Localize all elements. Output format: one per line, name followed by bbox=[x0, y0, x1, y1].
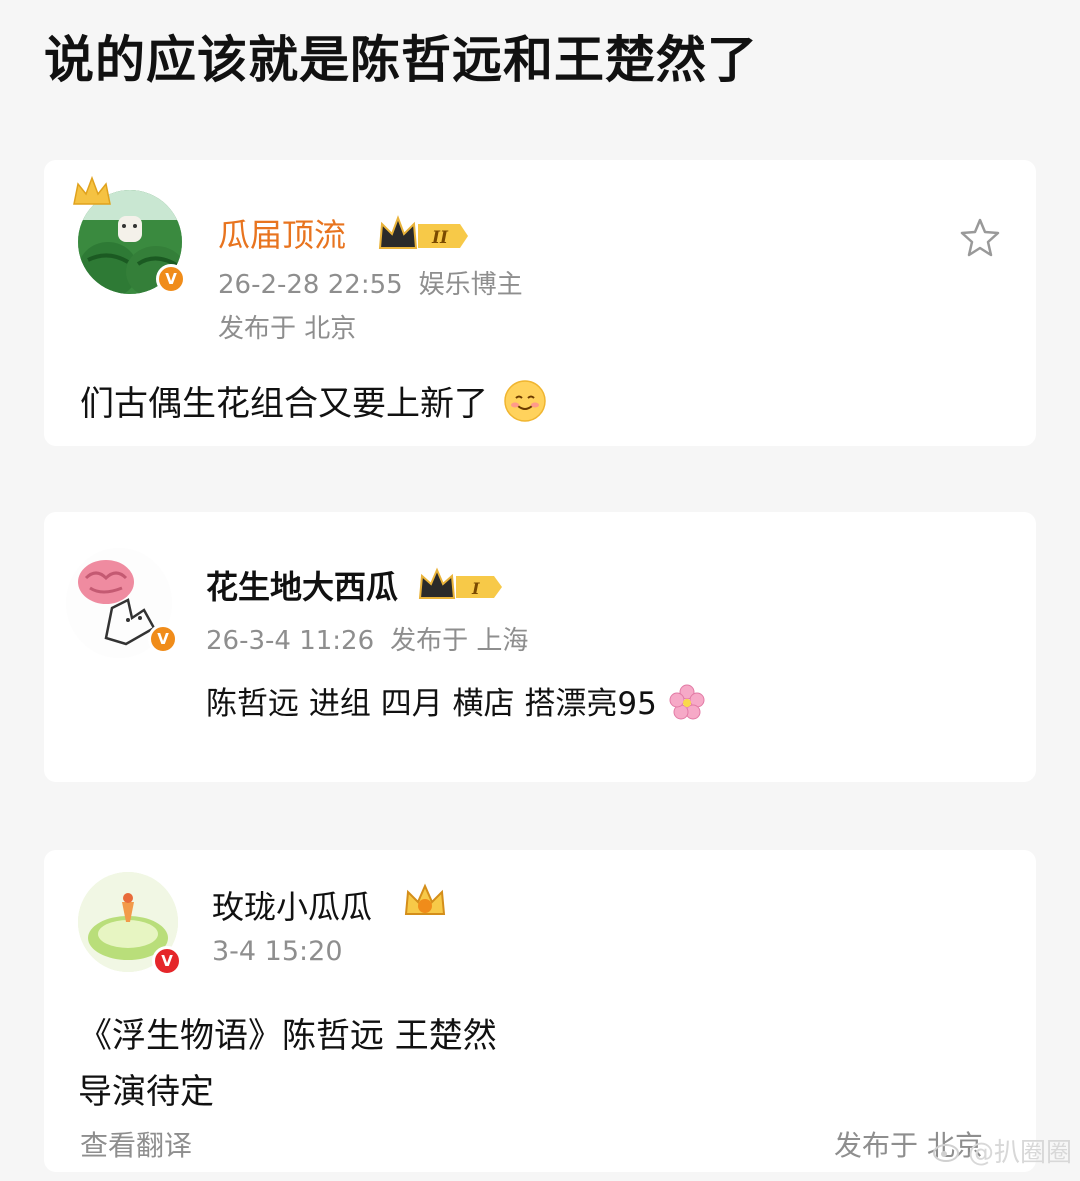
username[interactable]: 花生地大西瓜 bbox=[206, 562, 398, 608]
user-tag: 娱乐博主 bbox=[418, 270, 523, 300]
translate-link[interactable]: 查看翻译 bbox=[80, 1124, 192, 1164]
post-content-line-1: 《浮生物语》陈哲远 王楚然 bbox=[78, 1016, 497, 1056]
avatar[interactable]: V bbox=[78, 872, 182, 976]
post-content-text: 陈哲远 进组 四月 横店 搭漂亮95 bbox=[206, 686, 657, 722]
verified-badge: V bbox=[156, 264, 186, 294]
verified-badge: V bbox=[148, 624, 178, 654]
verified-badge: V bbox=[152, 946, 182, 976]
avatar[interactable]: V bbox=[66, 548, 178, 658]
post-location: 发布于 上海 bbox=[390, 626, 529, 656]
page-title: 说的应该就是陈哲远和王楚然了 bbox=[44, 31, 758, 89]
watermark-text: @扒圈圈 bbox=[967, 1138, 1072, 1168]
post-content: 陈哲远 进组 四月 横店 搭漂亮95 bbox=[206, 678, 705, 723]
crown-icon bbox=[73, 175, 111, 205]
post-card-3[interactable]: V 玫珑小瓜瓜 3-4 15:20 《浮生物语》陈哲远 王楚然 导演待定 查看翻… bbox=[44, 850, 1036, 1172]
post-content-line-2: 导演待定 bbox=[78, 1072, 214, 1112]
member-level-badge: I bbox=[416, 566, 506, 606]
watermark: @扒圈圈 bbox=[932, 1132, 1072, 1169]
svg-text:I: I bbox=[471, 579, 480, 598]
post-content: 们古偶生花组合又要上新了 bbox=[80, 376, 547, 425]
svg-text:II: II bbox=[431, 228, 449, 248]
smiling-face-emoji bbox=[504, 380, 546, 422]
post-location: 发布于 北京 bbox=[218, 314, 357, 344]
star-icon[interactable] bbox=[958, 216, 1002, 264]
avatar[interactable]: V bbox=[73, 175, 186, 294]
username[interactable]: 瓜届顶流 bbox=[218, 210, 346, 256]
post-card-2[interactable]: V 花生地大西瓜 I 26-3-4 11:26 发布于 上海 陈哲远 进组 四月 … bbox=[44, 512, 1036, 782]
post-card-1[interactable]: V 瓜届顶流 II 26-2-28 22:55 娱乐博主 发布于 北京 们古偶生花… bbox=[44, 160, 1036, 446]
cherry-blossom-emoji bbox=[669, 684, 705, 720]
post-meta: 26-3-4 11:26 发布于 上海 bbox=[206, 620, 528, 657]
username[interactable]: 玫珑小瓜瓜 bbox=[212, 882, 372, 928]
post-meta: 26-2-28 22:55 娱乐博主 bbox=[218, 264, 523, 301]
post-time: 26-3-4 11:26 bbox=[206, 626, 375, 656]
post-time: 26-2-28 22:55 bbox=[218, 270, 403, 300]
weibo-logo-icon bbox=[932, 1143, 959, 1162]
post-content-text: 们古偶生花组合又要上新了 bbox=[80, 384, 488, 424]
post-time: 3-4 15:20 bbox=[212, 936, 343, 967]
member-crown-badge bbox=[400, 880, 450, 924]
member-level-badge: II bbox=[374, 212, 470, 256]
